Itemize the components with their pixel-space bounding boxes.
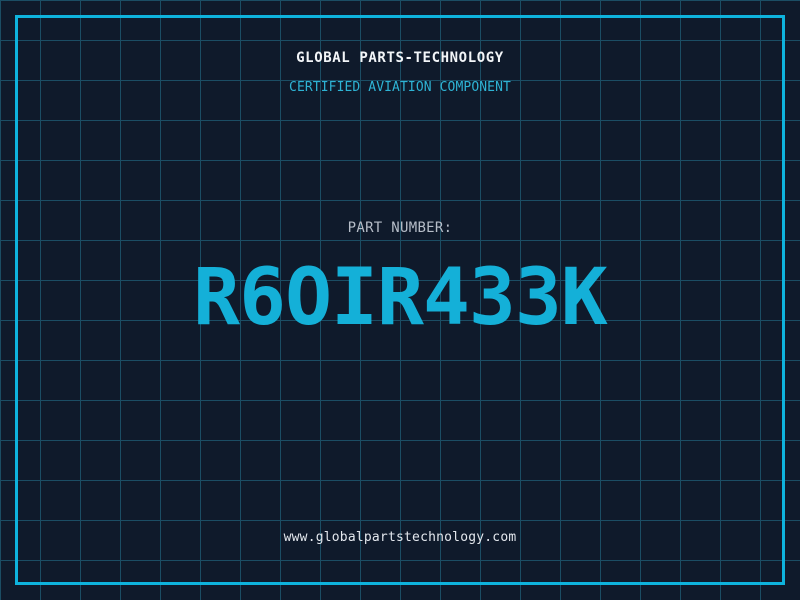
part-number-label: PART NUMBER: bbox=[347, 220, 453, 236]
website-url: www.globalpartstechnology.com bbox=[283, 530, 517, 545]
certification-subtitle: CERTIFIED AVIATION COMPONENT bbox=[289, 80, 511, 95]
grid-background: GLOBAL PARTS-TECHNOLOGY CERTIFIED AVIATI… bbox=[0, 0, 800, 600]
part-number-value: R6OIR433K bbox=[193, 253, 608, 343]
company-title: GLOBAL PARTS-TECHNOLOGY bbox=[296, 50, 504, 66]
